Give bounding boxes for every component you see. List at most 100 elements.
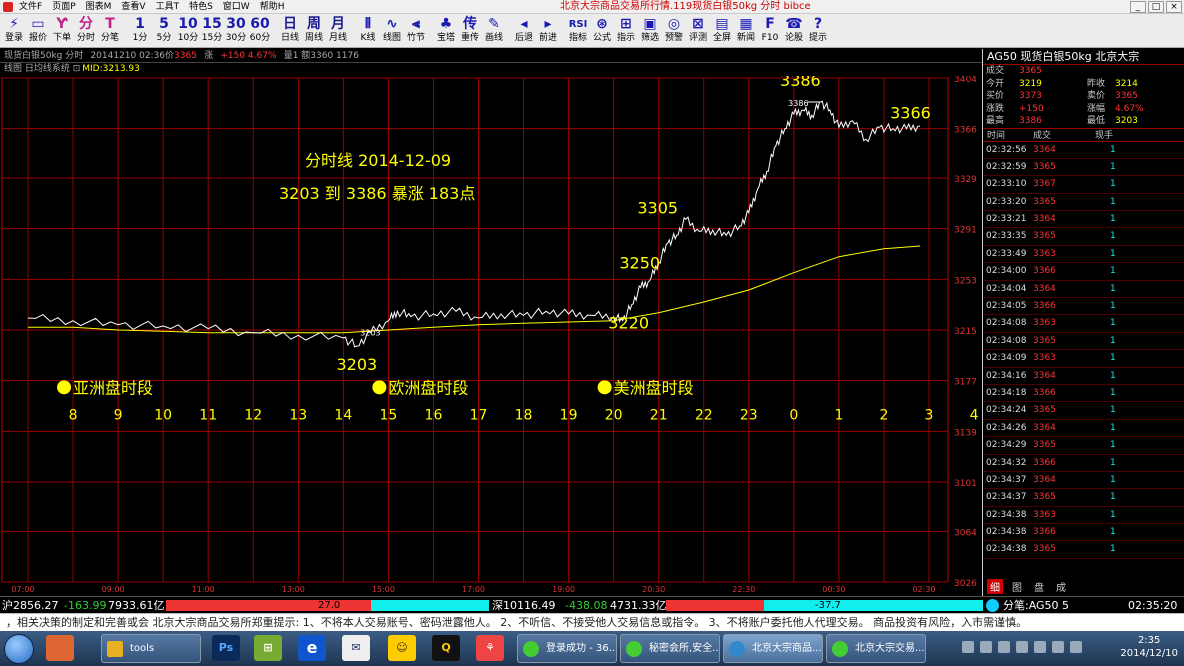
toolbar-button-11[interactable]: 日日线 — [278, 14, 302, 47]
tick-time: 02:34:16 — [986, 370, 1027, 381]
toolbar-button-21[interactable]: ▸ 前进 — [536, 14, 560, 47]
toolbar-label: 画线 — [484, 33, 503, 43]
volume-icon[interactable] — [1016, 641, 1028, 653]
tick-price: 3364 — [1033, 474, 1056, 485]
menu-view[interactable]: 查看V — [116, 0, 150, 14]
toolbar-button-10[interactable]: 60 60分 — [248, 14, 272, 47]
quote-k1: 买价 — [986, 91, 1005, 101]
close-button[interactable]: × — [1166, 1, 1182, 13]
security-icon[interactable] — [1070, 641, 1082, 653]
browser-icon — [832, 641, 848, 657]
toolbar-button-29[interactable]: ▦ 新闻 — [734, 14, 758, 47]
toolbar-button-23[interactable]: ⊛ 公式 — [590, 14, 614, 47]
tick-time: 02:34:38 — [986, 527, 1027, 538]
start-button[interactable] — [4, 634, 34, 664]
toolbar-icon: RSI — [568, 19, 588, 30]
toolbar-button-22[interactable]: RSI 指标 — [566, 14, 590, 47]
flag-icon[interactable] — [1034, 641, 1046, 653]
photoshop-icon[interactable]: Ps — [212, 635, 240, 661]
menu-file[interactable]: 文件F — [14, 0, 47, 14]
y-tick-label: 3291 — [954, 226, 977, 236]
hour-label: 17 — [470, 407, 488, 423]
quote-title: AG50 现货白银50kg 北京大宗 — [983, 49, 1184, 65]
toolbar-button-24[interactable]: ⊞ 指示 — [614, 14, 638, 47]
toolbar-label: 宝塔 — [436, 33, 455, 43]
tick-volume: 1 — [1110, 405, 1116, 416]
tab-board[interactable]: 盘 — [1031, 579, 1047, 594]
maximize-button[interactable]: □ — [1148, 1, 1164, 13]
app-icon-2[interactable]: ⊞ — [254, 635, 282, 661]
toolbar-button-26[interactable]: ◎ 预警 — [662, 14, 686, 47]
task-login[interactable]: 登录成功 - 36... — [517, 634, 617, 663]
toolbar-button-8[interactable]: 15 15分 — [200, 14, 224, 47]
mail-icon[interactable]: ✉ — [342, 635, 370, 661]
task-club[interactable]: 秘密会所,安全... — [620, 634, 720, 663]
toolbar-icon: 分 — [79, 16, 93, 32]
toolbar-icon: ✎ — [488, 16, 500, 32]
toolbar-button-25[interactable]: ▣ 筛选 — [638, 14, 662, 47]
tick-time: 02:33:21 — [986, 214, 1027, 225]
toolbar-button-6[interactable]: 5 5分 — [152, 14, 176, 47]
toolbar-button-12[interactable]: 周周线 — [302, 14, 326, 47]
menu-window[interactable]: 窗口W — [218, 0, 255, 14]
toolbar-button-5[interactable]: 1 1分 — [128, 14, 152, 47]
toolbar-button-27[interactable]: ⊠ 评测 — [686, 14, 710, 47]
menu-special[interactable]: 特色S — [184, 0, 218, 14]
toolbar-button-17[interactable]: ♣ 宝塔 — [434, 14, 458, 47]
tick-volume: 1 — [1110, 457, 1116, 468]
toolbar-button-18[interactable]: 传重传 — [458, 14, 482, 47]
qq-icon[interactable]: Q — [432, 635, 460, 661]
toolbar-button-13[interactable]: 月月线 — [326, 14, 350, 47]
average-price-line — [28, 245, 921, 334]
toolbar-button-9[interactable]: 30 30分 — [224, 14, 248, 47]
quicklaunch-icon[interactable] — [46, 635, 74, 661]
quote-k1: 最高 — [986, 116, 1005, 126]
toolbar-button-7[interactable]: 10 10分 — [176, 14, 200, 47]
ie-icon[interactable]: e — [298, 635, 326, 661]
toolbar-button-4[interactable]: T 分笔 — [98, 14, 122, 47]
task-bjdz-1[interactable]: 北京大宗商品... — [723, 634, 823, 663]
minimize-button[interactable]: _ — [1130, 1, 1146, 13]
clock[interactable]: 2:35 2014/12/10 — [1120, 634, 1178, 660]
toolbar-button-20[interactable]: ◂ 后退 — [512, 14, 536, 47]
intraday-chart[interactable]: 3404336633293291325332153177313931013064… — [0, 76, 982, 596]
toolbar-button-30[interactable]: F F10 — [758, 14, 782, 47]
toolbar-button-0[interactable]: ⚡ 登录 — [2, 14, 26, 47]
update-icon[interactable] — [1052, 641, 1064, 653]
toolbar-button-31[interactable]: ☎ 论股 — [782, 14, 806, 47]
flower-icon[interactable]: ⚘ — [476, 635, 504, 661]
tick-volume: 1 — [1110, 335, 1116, 346]
tab-trades[interactable]: 成 — [1053, 579, 1069, 594]
tab-detail[interactable]: 细 — [987, 579, 1003, 594]
sh-index: 沪2856.27 — [2, 599, 59, 612]
toolbar-button-3[interactable]: 分分时 — [74, 14, 98, 47]
menu-tools[interactable]: 工具T — [151, 0, 185, 14]
menu-page[interactable]: 页面P — [47, 0, 80, 14]
tick-price: 3365 — [1033, 335, 1056, 346]
tick-price: 3365 — [1033, 405, 1056, 416]
qq-face-icon[interactable]: ☺ — [388, 635, 416, 661]
menu-chart[interactable]: 图表M — [81, 0, 117, 14]
toolbar-button-16[interactable]: ⫷ 竹节 — [404, 14, 428, 47]
task-tools[interactable]: tools — [101, 634, 201, 663]
time-axis-label: 17:00 — [462, 585, 485, 594]
toolbar-button-14[interactable]: ⫴ K线 — [356, 14, 380, 47]
y-tick-label: 3064 — [954, 528, 977, 538]
toolbar-button-2[interactable]: Ƴ 下单 — [50, 14, 74, 47]
menu-help[interactable]: 帮助H — [255, 0, 290, 14]
toolbar-button-28[interactable]: ▤ 全屏 — [710, 14, 734, 47]
network-icon[interactable] — [998, 641, 1010, 653]
task-bjdz-2[interactable]: 北京大宗交易... — [826, 634, 926, 663]
tick-volume: 1 — [1110, 422, 1116, 433]
toolbar-button-19[interactable]: ✎ 画线 — [482, 14, 506, 47]
toolbar-button-32[interactable]: ? 提示 — [806, 14, 830, 47]
tab-chart[interactable]: 图 — [1009, 579, 1025, 594]
toolbar-button-15[interactable]: ∿ 线图 — [380, 14, 404, 47]
help-icon[interactable] — [962, 641, 974, 653]
toolbar-button-1[interactable]: ▭ 报价 — [26, 14, 50, 47]
toolbar-label: K线 — [360, 33, 376, 43]
toolbar-label: 重传 — [460, 33, 479, 43]
language-icon[interactable] — [980, 641, 992, 653]
toolbar-icon: ⫷ — [412, 16, 420, 32]
tick-row: 02:34:16 3364 1 — [983, 368, 1184, 385]
